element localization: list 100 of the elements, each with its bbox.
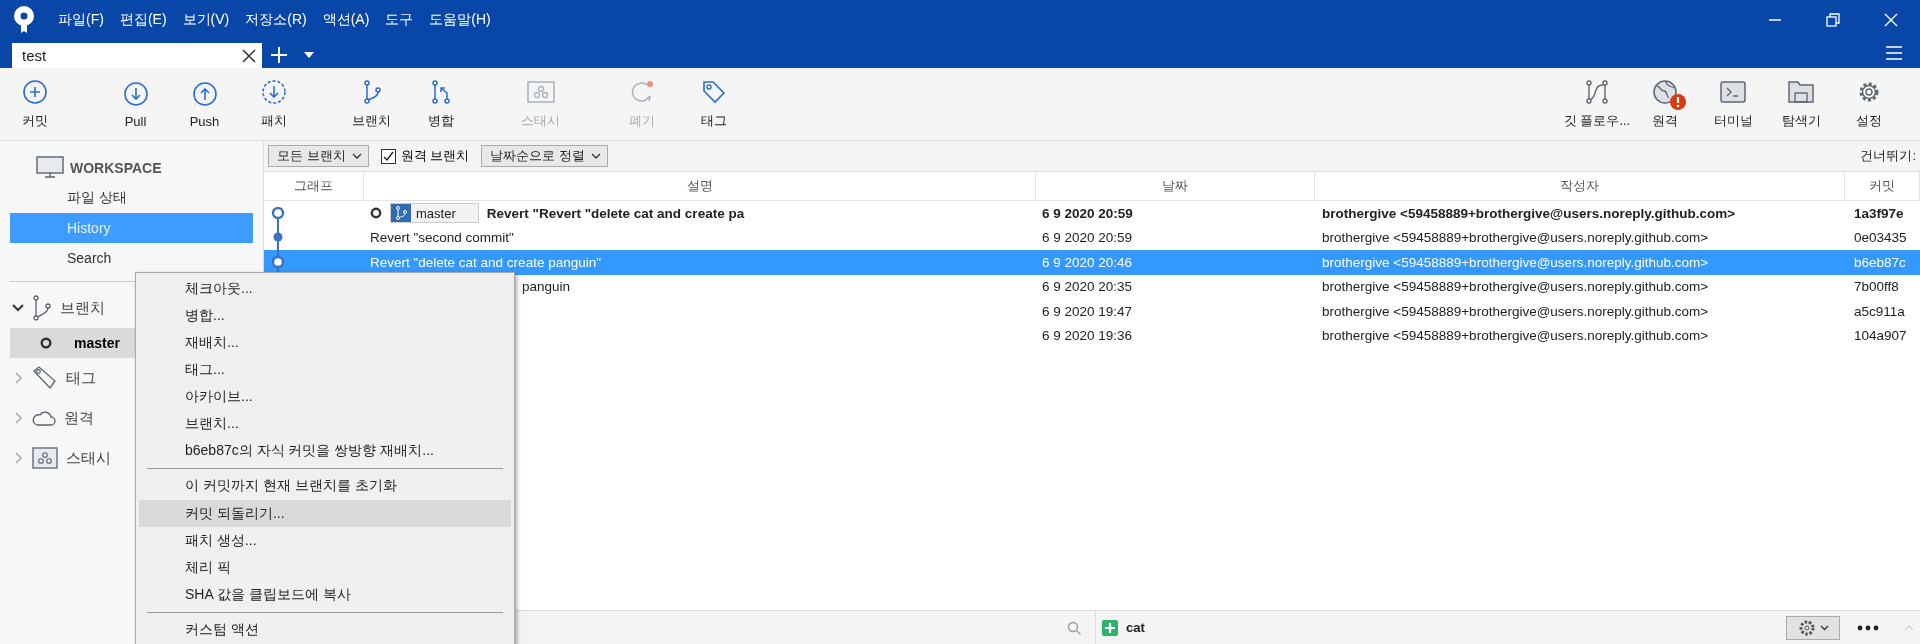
menu-item[interactable]: 액션(A) xyxy=(314,11,378,29)
commit-message: Revert "delete cat and create panguin" xyxy=(370,254,601,270)
commit-hash: 1a3f97e xyxy=(1854,205,1904,221)
added-icon xyxy=(1102,619,1118,636)
column-header[interactable]: 날짜 xyxy=(1036,172,1315,201)
menu-item[interactable]: 저장소(R) xyxy=(237,11,315,29)
stash-icon xyxy=(32,447,58,469)
column-header[interactable]: 설명 xyxy=(364,172,1036,201)
menu-icon[interactable] xyxy=(1886,46,1902,60)
toolbar-button[interactable]: 깃 플로우... xyxy=(1563,68,1631,140)
git-flow-icon xyxy=(1584,79,1610,105)
commit-author: brothergive <59458889+brothergive@users.noreply.github.com> xyxy=(1322,279,1709,295)
menu-item[interactable]: 태그... xyxy=(139,356,511,383)
menu-item[interactable]: 도구 xyxy=(377,11,422,29)
download-icon xyxy=(122,80,149,107)
menu-item[interactable]: b6eb87c의 자식 커밋을 쌍방향 재배치... xyxy=(139,437,511,464)
fetch-icon xyxy=(260,79,287,105)
commit-date: 6 9 2020 19:47 xyxy=(1042,303,1133,319)
branch-label: master xyxy=(390,203,479,224)
menu-item[interactable]: 패치 생성... xyxy=(139,527,511,554)
caret-icon xyxy=(351,153,362,159)
commit-date: 6 9 2020 20:59 xyxy=(1042,230,1133,246)
check-icon xyxy=(382,150,394,162)
menu-item[interactable]: 체리 픽 xyxy=(139,554,511,581)
commit-author: brothergive <59458889+brothergive@users.noreply.github.com> xyxy=(1322,230,1709,246)
toolbar-button[interactable]: 패치 xyxy=(239,68,308,140)
commit-date: 6 9 2020 20:35 xyxy=(1042,279,1133,295)
terminal-icon xyxy=(1719,79,1747,105)
monitor-icon xyxy=(36,156,64,180)
tag-icon xyxy=(700,79,727,105)
commit-author: brothergive <59458889+brothergive@users.noreply.github.com> xyxy=(1322,328,1709,344)
stash-icon xyxy=(525,79,556,105)
commit-hash: 0e03435 xyxy=(1854,230,1907,246)
menu-item[interactable]: 도움말(H) xyxy=(421,11,499,29)
toolbar-button[interactable]: 병합 xyxy=(406,68,475,140)
toolbar-button[interactable]: Push xyxy=(170,68,239,140)
menu-item[interactable]: 체크아웃... xyxy=(139,275,511,302)
caret-icon[interactable] xyxy=(304,52,314,58)
commit-author: brothergive <59458889+brothergive@users.noreply.github.com> xyxy=(1322,303,1709,319)
ring-icon xyxy=(40,337,52,349)
menu-item[interactable]: 편집(E) xyxy=(111,11,175,29)
toolbar-button[interactable]: 설정 xyxy=(1835,68,1903,140)
chevron-icon xyxy=(12,452,24,464)
sidebar-item[interactable]: 파일 상태 xyxy=(10,183,253,213)
menu-item[interactable]: 파일(F) xyxy=(50,11,112,29)
commit-hash: a5c911a xyxy=(1854,303,1905,319)
commit-author: brothergive <59458889+brothergive@users.noreply.github.com> xyxy=(1322,205,1736,221)
file-name[interactable]: cat xyxy=(1126,620,1145,635)
column-header[interactable]: 작성자 xyxy=(1315,172,1845,201)
toolbar-button[interactable]: 원격 xyxy=(1631,68,1699,140)
more-icon[interactable] xyxy=(1857,624,1879,631)
commit-date: 6 9 2020 20:59 xyxy=(1042,205,1133,221)
menu-item[interactable]: SHA 값을 클립보드에 복사 xyxy=(139,581,511,608)
remote-branches-checkbox[interactable]: 원격 브랜치 xyxy=(380,147,470,165)
commit-message: Revert "Revert "delete cat and create pa xyxy=(486,205,745,221)
toolbar-button[interactable]: Pull xyxy=(101,68,170,140)
commit-date: 6 9 2020 20:46 xyxy=(1042,254,1133,270)
folder-icon xyxy=(1787,79,1815,105)
sort-dropdown[interactable]: 날짜순으로 정렬 xyxy=(481,145,608,167)
commit-hash: 104a907 xyxy=(1854,328,1907,344)
options-dropdown[interactable] xyxy=(1786,615,1840,640)
chevron-icon xyxy=(12,412,24,424)
chevron-icon xyxy=(12,372,24,384)
column-header[interactable]: 그래프 xyxy=(264,172,364,201)
sidebar-item[interactable]: Search xyxy=(10,243,253,273)
commit-hash: b6eb87c xyxy=(1854,254,1906,270)
toolbar-button[interactable]: 탐색기 xyxy=(1767,68,1835,140)
app-logo xyxy=(12,6,36,34)
menu-item[interactable]: 브랜치... xyxy=(139,410,511,437)
menu-item[interactable]: 커밋 되돌리기... xyxy=(139,500,511,527)
upload-icon xyxy=(191,80,218,107)
section-title: WORKSPACE xyxy=(70,160,162,176)
caret-icon xyxy=(590,153,601,159)
head-ring-icon xyxy=(370,207,382,220)
jump-label: 건너뛰기: xyxy=(1860,147,1916,165)
plus-circle-icon xyxy=(21,79,48,105)
toolbar-button[interactable]: 브랜치 xyxy=(337,68,406,140)
commit-message: panguin xyxy=(522,279,571,295)
tag-icon xyxy=(32,365,58,391)
search-icon[interactable] xyxy=(1067,620,1081,635)
chevron-icon xyxy=(12,302,24,314)
caret-icon xyxy=(1819,624,1829,631)
menu-item[interactable]: 보기(V) xyxy=(174,11,238,29)
menu-item[interactable]: 아카이브... xyxy=(139,383,511,410)
commit-message: Revert "second commit" xyxy=(370,230,514,246)
toolbar-button[interactable]: 태그 xyxy=(679,68,748,140)
toolbar-button[interactable]: 커밋 xyxy=(0,68,69,140)
commit-author: brothergive <59458889+brothergive@users.noreply.github.com> xyxy=(1322,254,1709,270)
column-header[interactable]: 커밋 xyxy=(1845,172,1920,201)
menu-item[interactable]: 병합... xyxy=(139,302,511,329)
commit-hash: 7b00ff8 xyxy=(1854,279,1899,295)
repo-tab[interactable]: test xyxy=(12,43,262,68)
branch-dropdown[interactable]: 모든 브랜치 xyxy=(268,145,369,167)
branch-icon xyxy=(32,295,52,321)
toolbar-button[interactable]: 터미널 xyxy=(1699,68,1767,140)
settings-icon xyxy=(1797,618,1816,637)
restore-icon[interactable] xyxy=(1826,13,1840,27)
commit-date: 6 9 2020 19:36 xyxy=(1042,328,1133,344)
close-icon[interactable] xyxy=(242,48,256,63)
plus-icon[interactable] xyxy=(270,46,288,64)
